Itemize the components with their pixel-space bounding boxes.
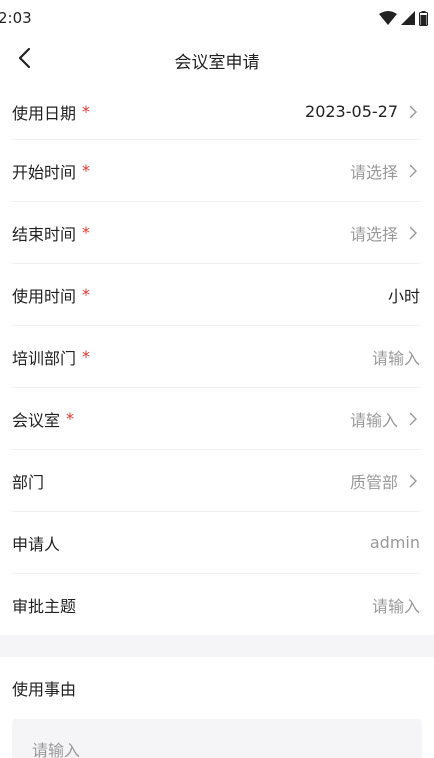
required-mark: * (66, 409, 75, 428)
form-row-department[interactable]: 部门 质管部 (12, 450, 420, 512)
back-arrow-icon (17, 47, 31, 73)
duration-value: 小时 (387, 286, 420, 306)
reason-textarea[interactable]: 请输入 (12, 719, 422, 758)
form-row-duration: 使用时间 * 小时 (12, 264, 420, 326)
status-icons (379, 10, 428, 26)
required-mark: * (82, 102, 91, 121)
nav-bar: 会议室申请 (0, 36, 434, 84)
status-bar: 2:03 (0, 0, 434, 36)
chevron-right-icon (408, 411, 420, 427)
label-text: 部门 (12, 472, 45, 492)
form-row-approval-subject[interactable]: 审批主题 请输入 (12, 574, 420, 636)
chevron-right-icon (408, 104, 420, 120)
field-label: 会议室 * (12, 407, 74, 431)
training-department-input[interactable]: 请输入 (372, 345, 420, 369)
form-row-use-date[interactable]: 使用日期 * 2023-05-27 (12, 84, 420, 140)
reason-label: 使用事由 (12, 680, 77, 699)
status-time: 2:03 (0, 9, 32, 27)
reason-section: 使用事由 请输入 (0, 657, 434, 758)
form-row-start-time[interactable]: 开始时间 * 请选择 (12, 140, 420, 202)
approval-subject-input[interactable]: 请输入 (372, 593, 420, 617)
required-mark: * (82, 223, 91, 242)
battery-icon (419, 10, 428, 26)
form-row-meeting-room[interactable]: 会议室 * 请输入 (12, 388, 420, 450)
chevron-right-icon (408, 225, 420, 241)
required-mark: * (82, 161, 91, 180)
field-label: 审批主题 (12, 593, 76, 617)
field-label: 部门 (12, 469, 44, 493)
meeting-room-value: 请输入 (349, 410, 398, 430)
back-button[interactable] (10, 46, 38, 74)
department-value: 质管部 (349, 472, 398, 492)
field-label: 结束时间 * (12, 221, 90, 245)
label-text: 使用日期 (12, 103, 77, 123)
label-text: 审批主题 (12, 596, 77, 616)
section-divider (0, 635, 434, 657)
label-text: 申请人 (12, 534, 61, 554)
field-label: 培训部门 * (12, 345, 90, 369)
use-date-value: 2023-05-27 (305, 102, 398, 121)
start-time-value: 请选择 (349, 162, 398, 182)
field-label: 开始时间 * (12, 159, 90, 183)
field-label: 使用时间 * (12, 283, 90, 307)
field-label: 使用日期 * (12, 100, 90, 124)
form-row-applicant: 申请人 admin (12, 512, 420, 574)
required-mark: * (82, 347, 91, 366)
cellular-signal-icon (401, 11, 415, 25)
page-title: 会议室申请 (174, 52, 260, 73)
form-list: 使用日期 * 2023-05-27 开始时间 * 请选择 结束时间 * 请选择 使用时… (0, 84, 434, 636)
field-label: 申请人 (12, 531, 60, 555)
label-text: 会议室 (12, 410, 61, 430)
required-mark: * (82, 285, 91, 304)
form-row-training-department[interactable]: 培训部门 * 请输入 (12, 326, 420, 388)
form-row-end-time[interactable]: 结束时间 * 请选择 (12, 202, 420, 264)
wifi-icon (379, 11, 397, 25)
end-time-value: 请选择 (349, 224, 398, 244)
chevron-right-icon (408, 473, 420, 489)
label-text: 结束时间 (12, 224, 77, 244)
label-text: 培训部门 (12, 348, 77, 368)
applicant-value: admin (369, 533, 420, 552)
chevron-right-icon (408, 163, 420, 179)
label-text: 使用时间 (12, 286, 77, 306)
label-text: 开始时间 (12, 162, 77, 182)
